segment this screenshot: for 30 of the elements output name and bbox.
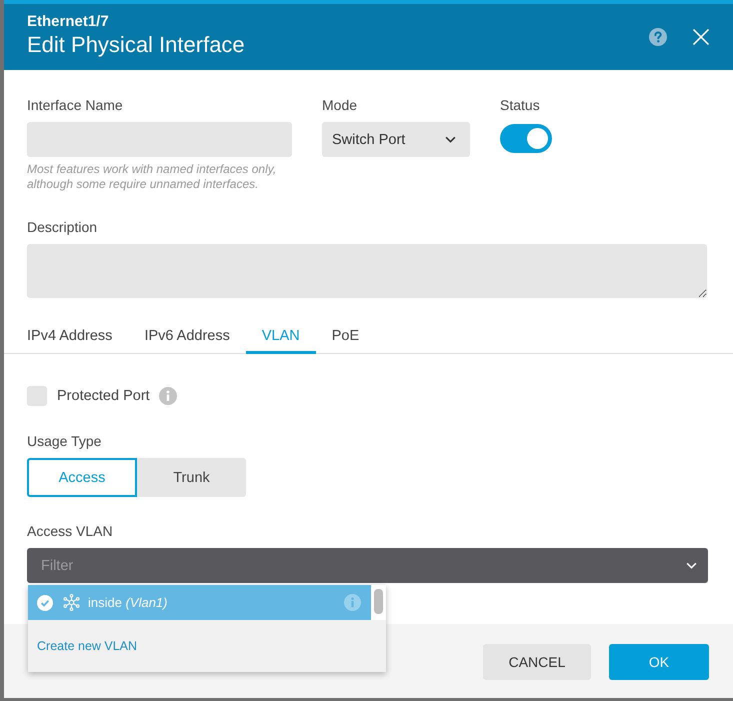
mode-select[interactable]: Switch Port bbox=[322, 122, 470, 157]
interface-name-field[interactable] bbox=[27, 122, 292, 157]
tab[interactable]: IPv6 Address bbox=[128, 318, 246, 354]
field-label: Description bbox=[27, 218, 98, 236]
status-toggle[interactable] bbox=[500, 124, 552, 153]
field-label: Mode bbox=[322, 96, 358, 114]
info-icon[interactable] bbox=[344, 594, 361, 611]
description-field[interactable] bbox=[27, 244, 707, 298]
dialog-title: Edit Physical Interface bbox=[27, 31, 246, 59]
help-icon[interactable] bbox=[649, 28, 667, 46]
vlan-filter-field[interactable]: Filter bbox=[27, 548, 708, 583]
checkbox-label: Protected Port bbox=[57, 387, 150, 406]
check-circle-icon bbox=[37, 594, 53, 610]
chevron-down-icon bbox=[686, 562, 697, 569]
network-icon bbox=[63, 594, 80, 611]
field-label: Usage Type bbox=[27, 432, 102, 450]
chevron-down-icon bbox=[445, 136, 456, 143]
field-hint: Most features work with named interfaces only, although some require unnamed interfaces. bbox=[27, 162, 278, 192]
close-icon[interactable] bbox=[693, 29, 709, 45]
cancel-button[interactable]: CANCEL bbox=[483, 644, 591, 680]
usage-type-option[interactable]: Trunk bbox=[137, 458, 246, 497]
info-icon[interactable] bbox=[158, 387, 177, 405]
protected-port-checkbox[interactable] bbox=[27, 386, 47, 406]
field-label: Interface Name bbox=[27, 96, 123, 114]
tab[interactable]: IPv4 Address bbox=[11, 318, 128, 354]
field-label: Access VLAN bbox=[27, 522, 113, 540]
scrollbar[interactable] bbox=[374, 589, 383, 614]
field-label: Status bbox=[500, 96, 540, 114]
tab[interactable]: PoE bbox=[316, 318, 376, 354]
interface-id: Ethernet1/7 bbox=[27, 13, 110, 31]
